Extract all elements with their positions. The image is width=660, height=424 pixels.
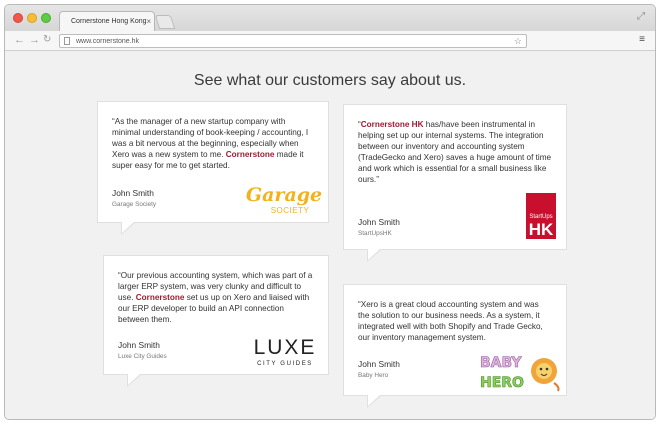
browser-toolbar: ← → ↻ www.cornerstone.hk ☆ ≡ [5, 31, 655, 51]
testimonial-author: John Smith Garage Society [112, 188, 156, 208]
testimonial-author: John Smith Luxe City Guides [118, 340, 167, 360]
forward-button[interactable]: → [29, 34, 40, 46]
new-tab-button[interactable] [154, 15, 176, 29]
testimonial-author: John Smith StartUpsHK [358, 217, 400, 237]
testimonial-card: “Our previous accounting system, which w… [103, 255, 329, 387]
quote-text: has/have been instrumental in helping se… [358, 120, 552, 184]
author-name: John Smith [358, 217, 400, 227]
page-icon [64, 37, 70, 45]
logo-garage-text: Garage [246, 184, 322, 206]
logo-society-text: SOCIETY [271, 206, 310, 215]
brand-highlight: Cornerstone HK [360, 120, 424, 129]
brand-highlight: Cornerstone [135, 293, 185, 302]
reload-button[interactable]: ↻ [43, 34, 51, 46]
logo-hero-text: HERO [480, 375, 524, 391]
testimonial-card: “Xero is a great cloud accounting system… [343, 284, 567, 408]
author-name: John Smith [118, 340, 160, 350]
logo-city-guides-text: CITY GUIDES [257, 361, 313, 367]
menu-icon[interactable]: ≡ [639, 34, 645, 45]
minimize-window-button[interactable] [27, 13, 37, 23]
quote-text: “Xero is a great cloud accounting system… [358, 300, 543, 342]
lion-face-icon [536, 363, 552, 379]
logo-baby-text: BABY [480, 355, 522, 371]
page-heading: See what our customers say about us. [193, 72, 467, 89]
author-company: StartUpsHK [358, 230, 392, 237]
baby-hero-logo-icon: BABY HERO [480, 355, 560, 392]
browser-tab[interactable]: Cornerstone Hong Kong × [59, 11, 155, 31]
fullscreen-icon[interactable]: ⤢ [637, 11, 645, 22]
testimonial-quote: “Cornerstone HK has/have been instrument… [358, 119, 552, 185]
tab-title: Cornerstone Hong Kong [71, 18, 147, 25]
maximize-window-button[interactable] [41, 13, 51, 23]
tab-close-icon[interactable]: × [147, 17, 152, 26]
author-company: Garage Society [112, 201, 157, 208]
back-button[interactable]: ← [14, 34, 25, 46]
brand-highlight: Cornerstone [225, 150, 275, 159]
author-company: Luxe City Guides [118, 353, 167, 360]
garage-society-logo-icon: Garage SOCIETY [246, 184, 322, 215]
page-content: See what our customers say about us. “As… [5, 52, 655, 419]
logo-hk-text: HK [529, 220, 554, 239]
author-name: John Smith [112, 188, 154, 198]
url-text[interactable]: www.cornerstone.hk [76, 38, 514, 45]
testimonial-quote: “Xero is a great cloud accounting system… [358, 299, 552, 343]
bookmark-star-icon[interactable]: ☆ [514, 36, 522, 47]
tab-strip: Cornerstone Hong Kong × ⤢ [5, 5, 655, 31]
testimonial-card: “Cornerstone HK has/have been instrument… [343, 104, 567, 262]
testimonial-quote: “Our previous accounting system, which w… [118, 270, 314, 325]
browser-window: Cornerstone Hong Kong × ⤢ ← → ↻ www.corn… [4, 4, 656, 420]
address-bar[interactable]: www.cornerstone.hk ☆ [59, 34, 527, 48]
author-name: John Smith [358, 359, 400, 369]
luxe-city-guides-logo-icon: LUXE CITY GUIDES [254, 336, 317, 367]
logo-luxe-text: LUXE [254, 336, 317, 359]
testimonial-card: “As the manager of a new startup company… [97, 101, 329, 235]
testimonial-quote: “As the manager of a new startup company… [112, 116, 314, 171]
author-company: Baby Hero [358, 372, 389, 379]
testimonial-author: John Smith Baby Hero [358, 359, 400, 379]
startupshk-logo-icon: StartUps HK [526, 193, 556, 239]
close-window-button[interactable] [13, 13, 23, 23]
